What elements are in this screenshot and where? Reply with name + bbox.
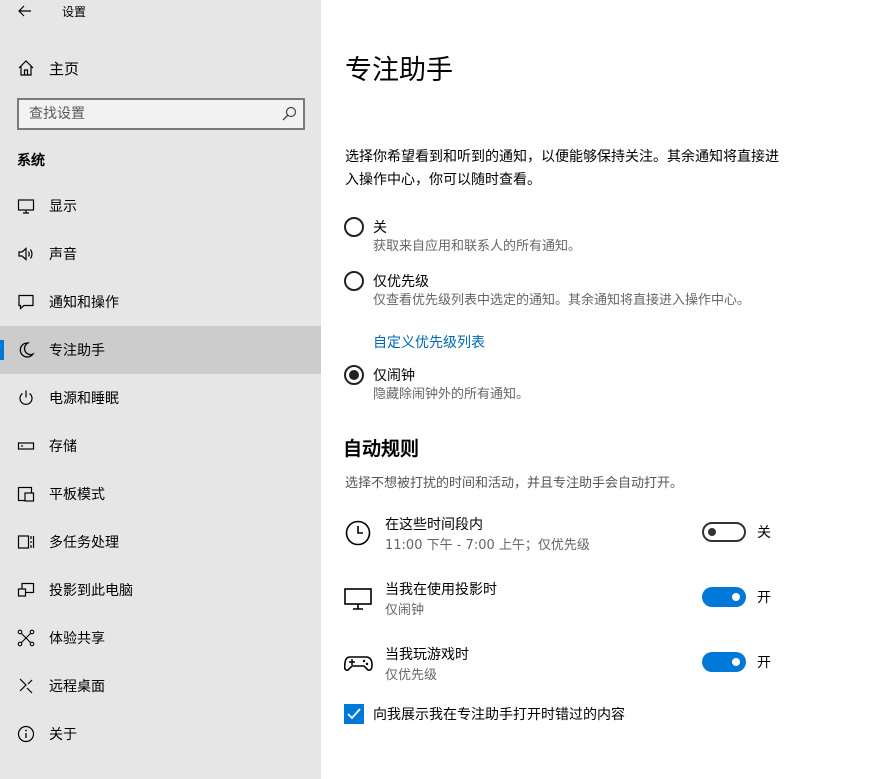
title-bar: 设置 xyxy=(0,0,321,24)
radio-label: 关 xyxy=(373,220,387,236)
gamepad-icon xyxy=(344,656,373,671)
rule-during-these-times[interactable]: 在这些时间段内 11:00 下午 - 7:00 上午；仅优先级 关 xyxy=(344,514,784,558)
sidebar-item-multitasking[interactable]: 多任务处理 xyxy=(0,518,321,566)
remote-desktop-icon xyxy=(19,678,33,694)
radio-label: 仅优先级 xyxy=(373,274,429,290)
rule-title: 当我玩游戏时 xyxy=(385,647,469,663)
rule-subtitle: 仅闹钟 xyxy=(385,603,425,618)
sidebar-item-label: 通知和操作 xyxy=(49,295,119,311)
sidebar-item-label: 多任务处理 xyxy=(49,535,119,551)
sidebar: 设置 主页 系统 显示 声音 xyxy=(0,0,321,779)
checkbox-label: 向我展示我在专注助手打开时错过的内容 xyxy=(373,707,625,723)
toggle-switch[interactable] xyxy=(702,522,746,542)
rule-subtitle: 仅优先级 xyxy=(385,668,438,683)
sidebar-item-label: 远程桌面 xyxy=(49,679,105,695)
rule-title: 当我在使用投影时 xyxy=(385,582,497,598)
sidebar-item-project-to-pc[interactable]: 投影到此电脑 xyxy=(0,566,321,614)
section-label: 系统 xyxy=(17,153,45,169)
rule-subtitle: 11:00 下午 - 7:00 上午；仅优先级 xyxy=(385,538,590,553)
speaker-icon xyxy=(18,247,33,261)
radio-description: 隐藏除闹钟外的所有通知。 xyxy=(373,387,530,402)
sidebar-item-label: 平板模式 xyxy=(49,487,105,503)
toggle-switch[interactable] xyxy=(702,652,746,672)
tablet-mode-icon xyxy=(17,486,35,502)
sidebar-item-tablet-mode[interactable]: 平板模式 xyxy=(0,470,321,518)
toggle-state-label: 开 xyxy=(757,655,771,671)
toggle-knob xyxy=(732,593,740,601)
search-icon[interactable] xyxy=(281,106,297,122)
page-title: 专注助手 xyxy=(345,55,453,86)
sidebar-item-label: 电源和睡眠 xyxy=(49,391,119,407)
sidebar-item-remote-desktop[interactable]: 远程桌面 xyxy=(0,662,321,710)
checkbox-box[interactable] xyxy=(344,704,364,724)
search-input[interactable] xyxy=(19,100,279,128)
back-arrow-icon xyxy=(18,5,31,17)
sidebar-item-label: 存储 xyxy=(49,439,77,455)
radio-label: 仅闹钟 xyxy=(373,368,415,384)
sidebar-item-focus-assist[interactable]: 专注助手 xyxy=(0,326,321,374)
page-description: 选择你希望看到和听到的通知，以便能够保持关注。其余通知将直接进入操作中心，你可以… xyxy=(345,149,779,188)
sidebar-item-storage[interactable]: 存储 xyxy=(0,422,321,470)
rule-when-projecting[interactable]: 当我在使用投影时 仅闹钟 开 xyxy=(344,579,784,623)
sidebar-item-display[interactable]: 显示 xyxy=(0,182,321,230)
sidebar-item-about[interactable]: 关于 xyxy=(0,710,321,758)
radio-circle[interactable] xyxy=(344,217,364,237)
checkmark-icon xyxy=(347,708,361,720)
sidebar-item-sound[interactable]: 声音 xyxy=(0,230,321,278)
notification-icon xyxy=(18,294,34,310)
project-icon xyxy=(17,582,35,597)
customize-priority-list-link[interactable]: 自定义优先级列表 xyxy=(373,332,485,352)
rule-when-gaming[interactable]: 当我玩游戏时 仅优先级 开 xyxy=(344,644,784,688)
sidebar-item-notifications[interactable]: 通知和操作 xyxy=(0,278,321,326)
radio-description: 仅查看优先级列表中选定的通知。其余通知将直接进入操作中心。 xyxy=(373,293,751,308)
sidebar-item-power-sleep[interactable]: 电源和睡眠 xyxy=(0,374,321,422)
toggle-state-label: 关 xyxy=(757,525,771,541)
search-box xyxy=(17,98,305,130)
back-button[interactable] xyxy=(12,0,38,22)
shared-experiences-icon xyxy=(17,629,35,647)
sidebar-item-label: 投影到此电脑 xyxy=(49,583,133,599)
sidebar-nav: 显示 声音 通知和操作 专注助手 电源和睡眠 存储 平板模式 多任务处理 投影到… xyxy=(0,182,321,758)
sidebar-item-label: 专注助手 xyxy=(49,343,105,359)
sidebar-item-label: 关于 xyxy=(49,727,77,743)
sidebar-item-label: 声音 xyxy=(49,247,77,263)
main-content: 专注助手 选择你希望看到和听到的通知，以便能够保持关注。其余通知将直接进入操作中… xyxy=(321,0,892,779)
monitor-icon xyxy=(344,588,372,610)
home-label: 主页 xyxy=(49,60,80,78)
clock-icon xyxy=(345,520,371,546)
home-link[interactable]: 主页 xyxy=(0,50,321,84)
automatic-rules-heading: 自动规则 xyxy=(343,438,420,460)
home-icon xyxy=(18,60,34,76)
multitasking-icon xyxy=(17,535,35,549)
toggle-state-label: 开 xyxy=(757,590,771,606)
info-icon xyxy=(17,725,35,743)
sidebar-item-shared-experiences[interactable]: 体验共享 xyxy=(0,614,321,662)
rule-title: 在这些时间段内 xyxy=(385,517,483,533)
toggle-switch[interactable] xyxy=(702,587,746,607)
toggle-knob xyxy=(732,658,740,666)
power-icon xyxy=(19,390,33,405)
radio-description: 获取来自应用和联系人的所有通知。 xyxy=(373,239,582,254)
toggle-knob xyxy=(708,528,716,536)
app-title: 设置 xyxy=(62,5,87,19)
moon-icon xyxy=(19,342,35,358)
sidebar-item-label: 显示 xyxy=(49,199,77,215)
storage-icon xyxy=(17,442,35,450)
radio-circle[interactable] xyxy=(344,365,364,385)
monitor-icon xyxy=(17,199,35,214)
automatic-rules-description: 选择不想被打扰的时间和活动，并且专注助手会自动打开。 xyxy=(345,476,684,491)
sidebar-item-label: 体验共享 xyxy=(49,631,105,647)
radio-circle[interactable] xyxy=(344,271,364,291)
